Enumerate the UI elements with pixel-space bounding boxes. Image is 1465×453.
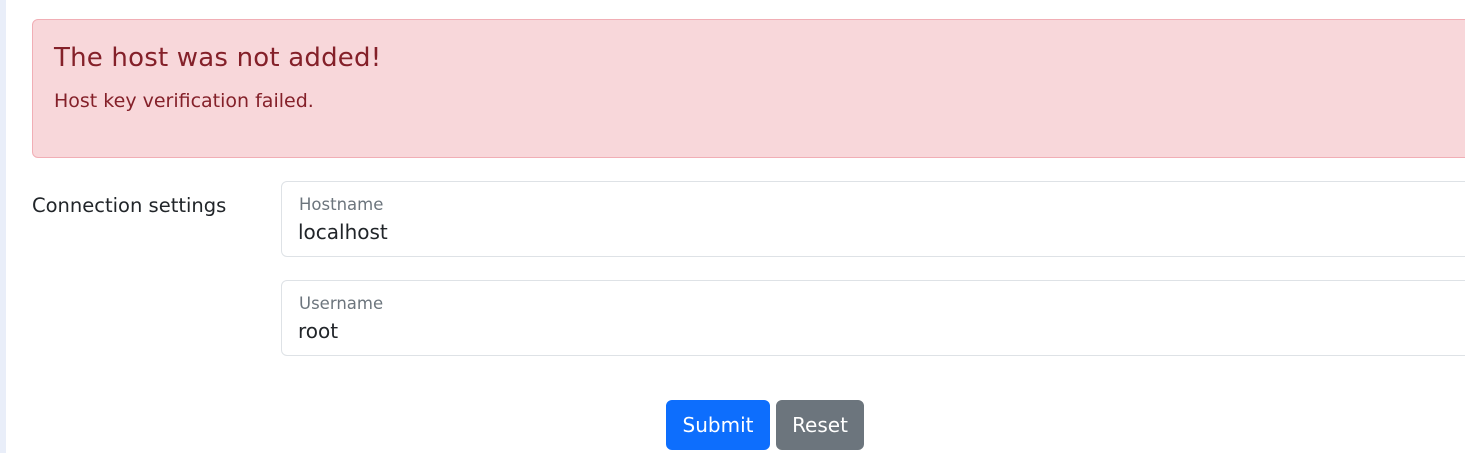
left-rail xyxy=(0,0,6,453)
username-field[interactable]: Username xyxy=(281,280,1465,356)
submit-button[interactable]: Submit xyxy=(666,400,770,450)
hostname-input[interactable] xyxy=(298,218,1398,246)
hostname-field[interactable]: Hostname xyxy=(281,181,1465,257)
error-alert: The host was not added! Host key verific… xyxy=(32,19,1465,158)
alert-title: The host was not added! xyxy=(54,43,382,73)
reset-button[interactable]: Reset xyxy=(776,400,864,450)
alert-message: Host key verification failed. xyxy=(54,90,314,112)
connection-settings-label: Connection settings xyxy=(32,194,227,217)
username-input[interactable] xyxy=(298,317,1398,345)
username-label: Username xyxy=(299,294,384,313)
hostname-label: Hostname xyxy=(299,195,384,214)
